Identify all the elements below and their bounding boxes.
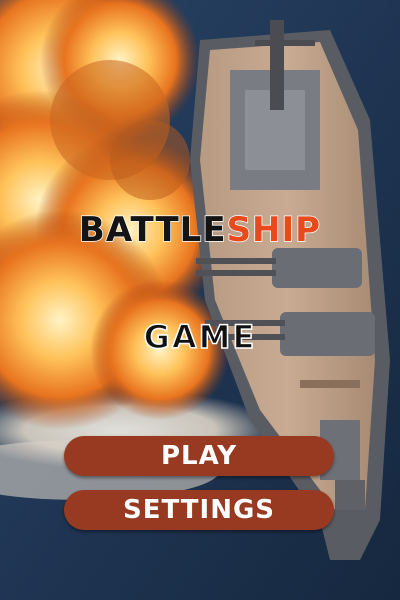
settings-button[interactable]: SETTINGS [64,490,334,530]
game-title-text: BATTLESHIP [78,209,322,251]
game-title: BATTLESHIP [0,209,400,251]
title-battle: BATTLE [78,209,227,251]
play-button[interactable]: PLAY [64,436,334,476]
title-ship: SHIP [226,209,322,251]
game-screen: BATTLESHIP GAME PLAY SETTINGS [0,0,400,600]
game-subtitle: GAME [143,317,257,357]
